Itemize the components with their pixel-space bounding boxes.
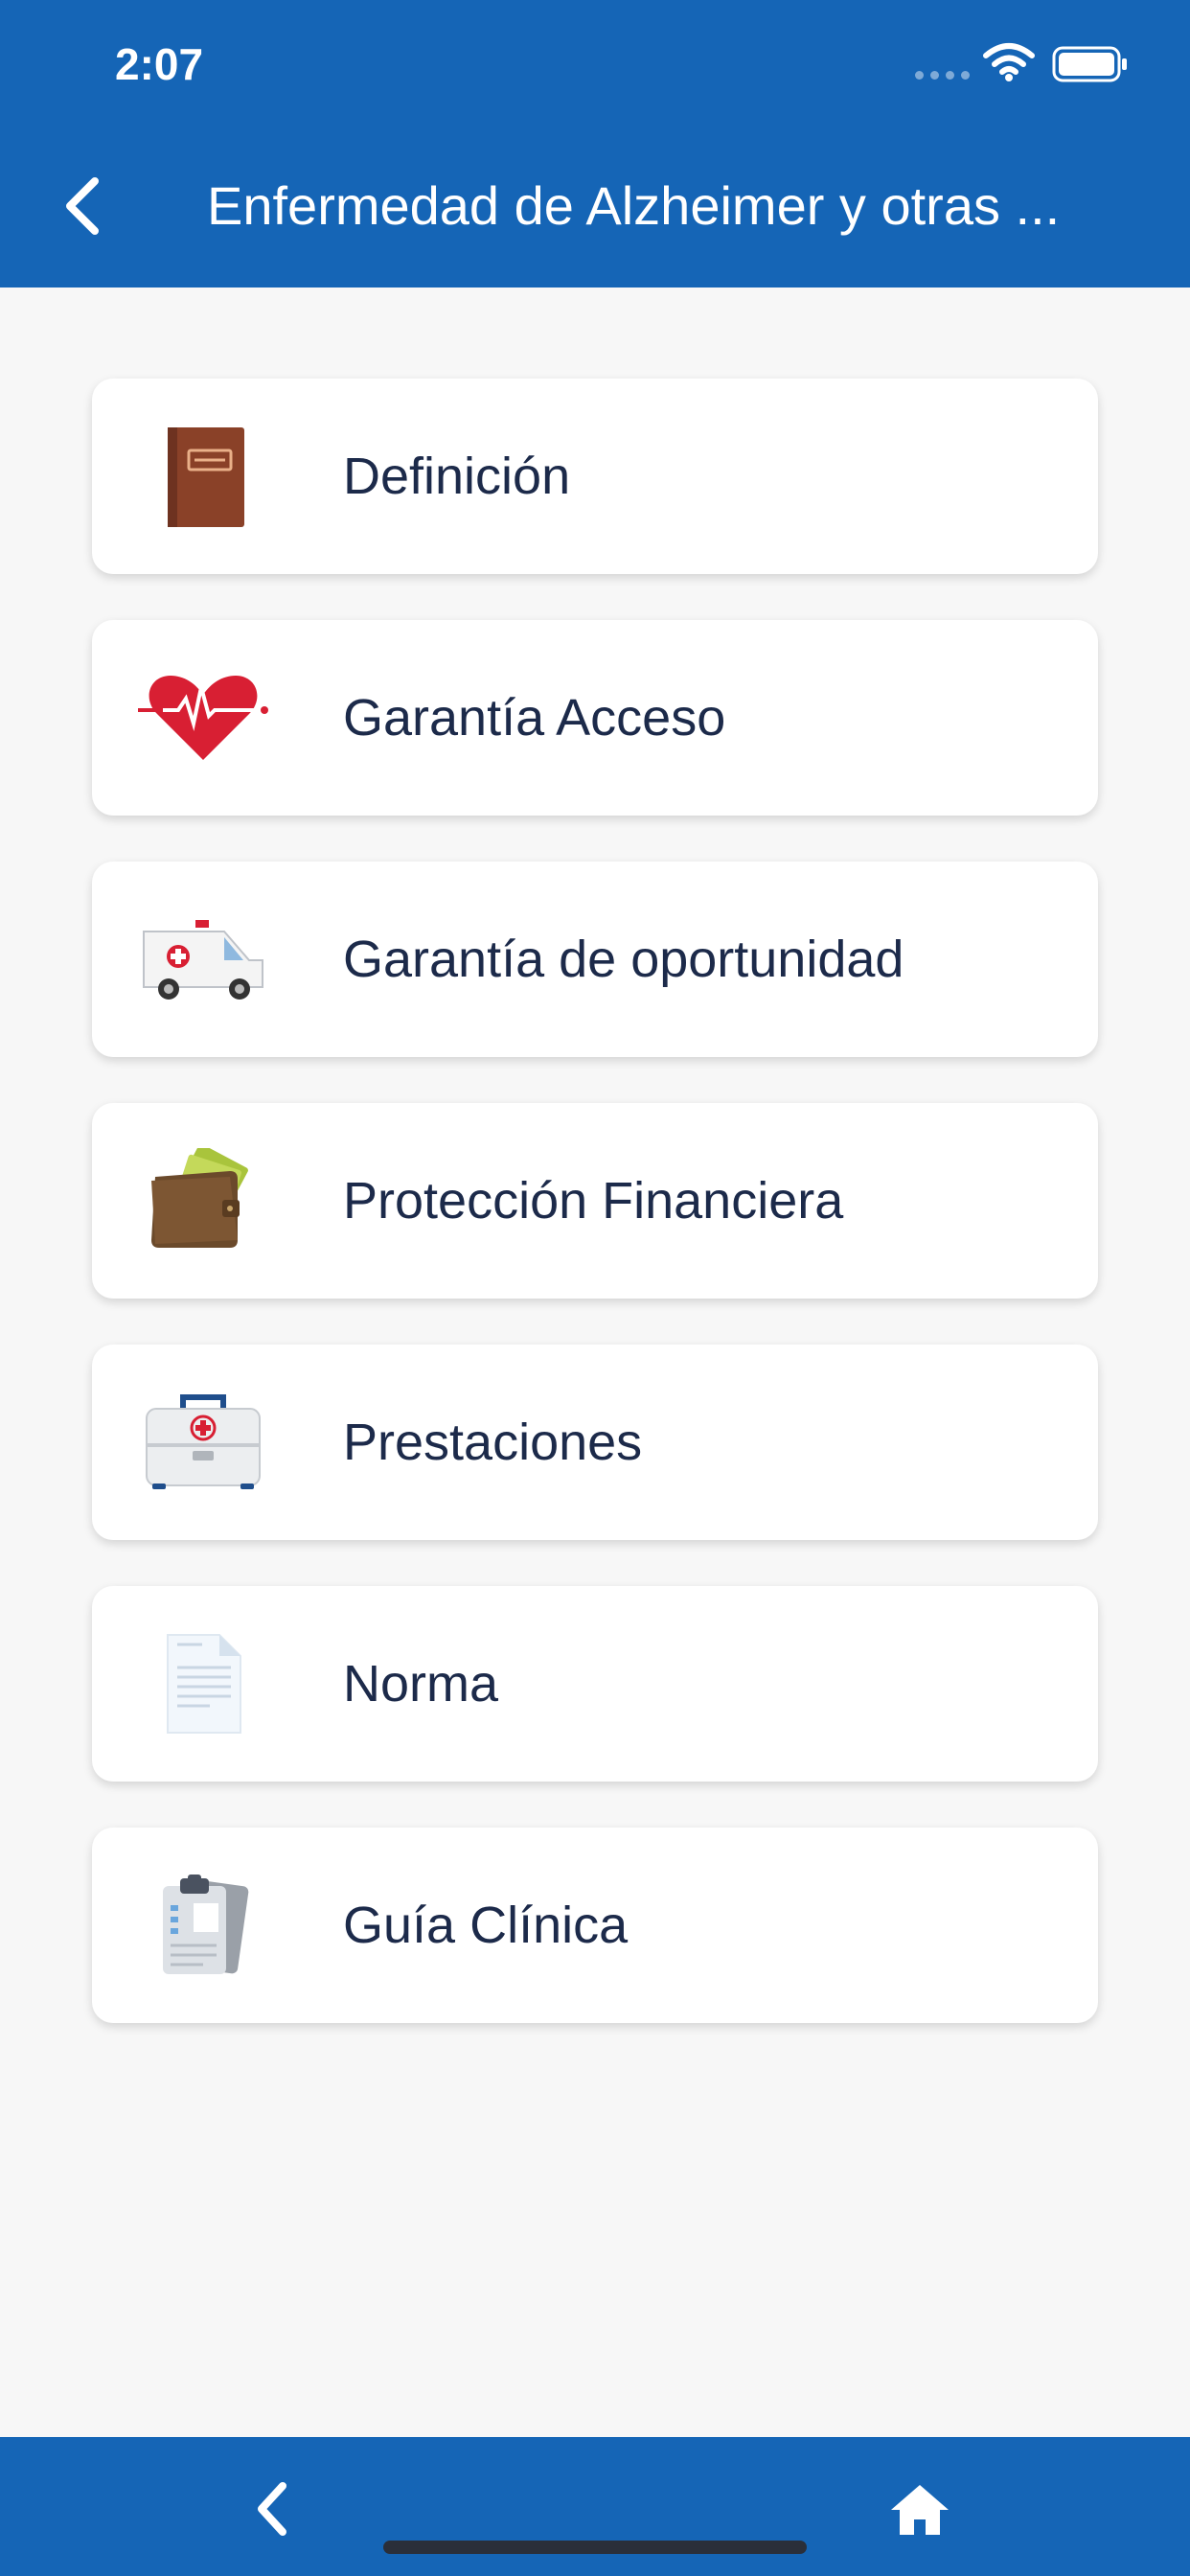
book-icon — [136, 419, 270, 534]
menu-item-definicion[interactable]: Definición — [92, 379, 1098, 574]
menu-item-label: Garantía Acceso — [343, 689, 726, 747]
menu-list: Definición Garantía Acceso Garantía de o… — [92, 379, 1098, 2069]
menu-item-guia-clinica[interactable]: Guía Clínica — [92, 1828, 1098, 2023]
menu-item-label: Norma — [343, 1655, 499, 1713]
home-indicator[interactable] — [383, 2541, 807, 2554]
page-title: Enfermedad de Alzheimer y otras ... — [207, 175, 1061, 236]
nav-home-button[interactable] — [886, 2475, 953, 2542]
menu-item-proteccion-financiera[interactable]: Protección Financiera — [92, 1103, 1098, 1299]
wallet-icon — [136, 1143, 270, 1258]
menu-item-label: Definición — [343, 448, 571, 505]
nav-back-button[interactable] — [238, 2475, 305, 2542]
document-icon — [136, 1626, 270, 1741]
menu-item-prestaciones[interactable]: Prestaciones — [92, 1345, 1098, 1540]
app-header: 2:07 Enfermedad de Alzheimer y otras ... — [0, 0, 1190, 288]
menu-item-garantia-acceso[interactable]: Garantía Acceso — [92, 620, 1098, 816]
wifi-icon — [983, 43, 1035, 81]
ambulance-icon — [136, 902, 270, 1017]
menu-item-garantia-oportunidad[interactable]: Garantía de oportunidad — [92, 862, 1098, 1057]
menu-item-label: Guía Clínica — [343, 1897, 629, 1954]
home-icon — [891, 2485, 949, 2535]
cellular-signal-icon — [915, 71, 970, 80]
status-time: 2:07 — [115, 39, 204, 89]
menu-item-label: Prestaciones — [343, 1414, 643, 1471]
heart-pulse-icon — [136, 660, 270, 775]
menu-item-label: Protección Financiera — [343, 1172, 844, 1230]
menu-item-label: Garantía de oportunidad — [343, 931, 904, 988]
clipboard-icon — [136, 1868, 270, 1983]
chevron-left-icon — [258, 2482, 286, 2536]
bottom-nav-bar — [0, 2437, 1190, 2576]
back-button[interactable] — [53, 172, 110, 240]
menu-item-norma[interactable]: Norma — [92, 1586, 1098, 1782]
battery-icon — [1052, 46, 1127, 82]
chevron-left-icon — [66, 177, 99, 235]
first-aid-kit-icon — [136, 1385, 270, 1500]
